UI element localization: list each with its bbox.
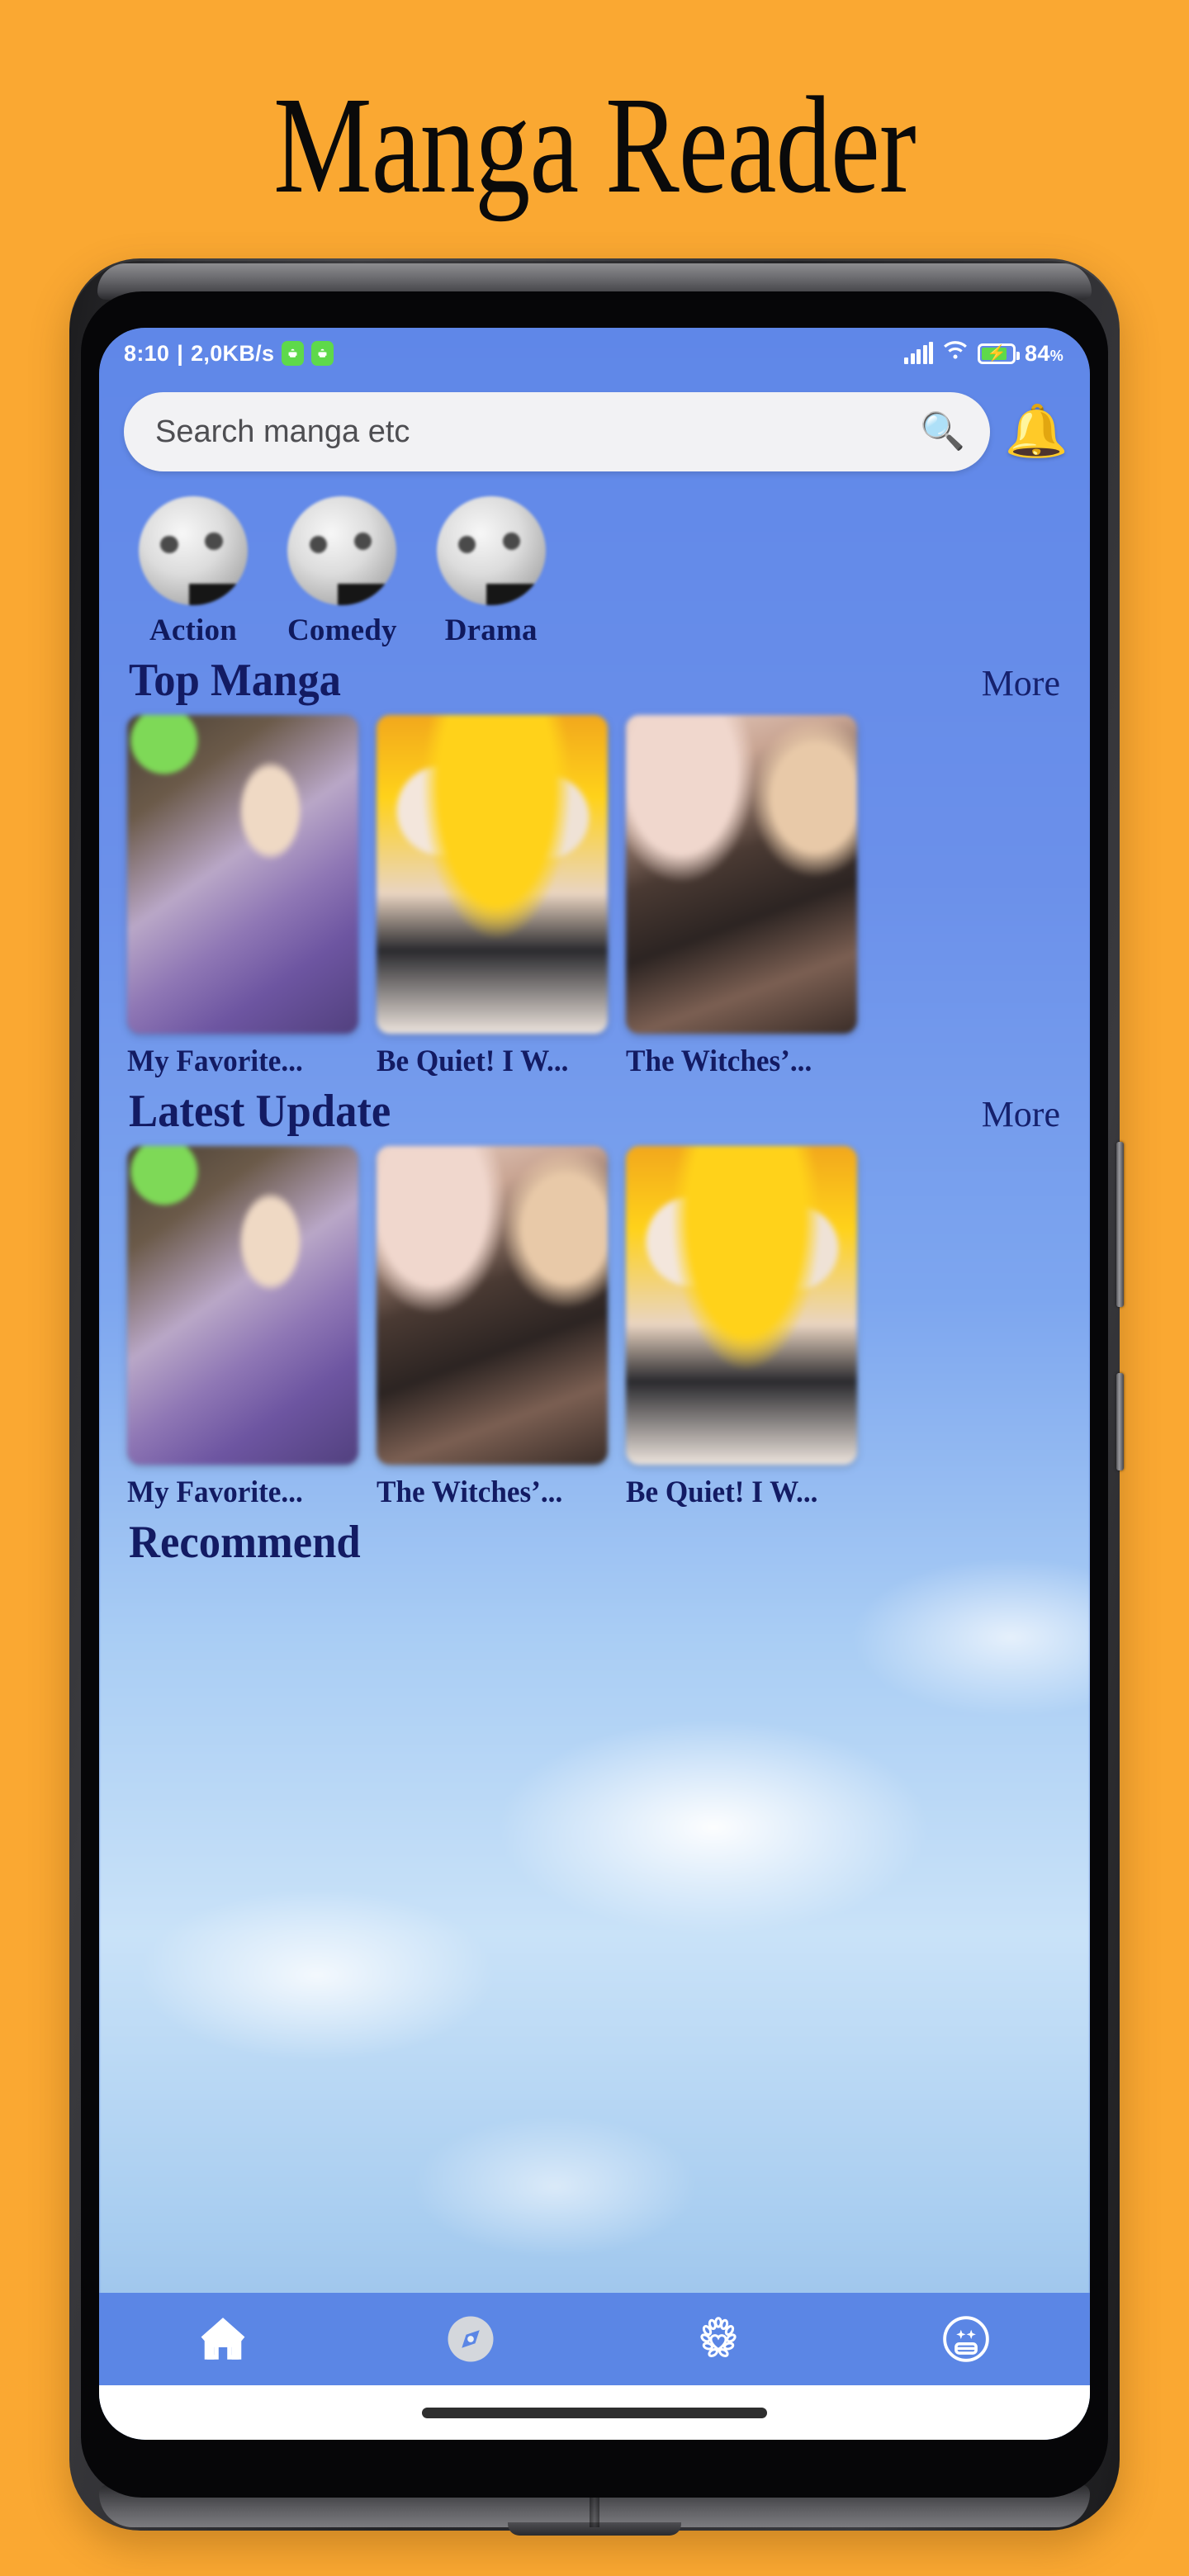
section-title: Recommend — [129, 1516, 361, 1568]
category-list: Action Comedy Drama — [99, 483, 1090, 648]
manga-cover-image — [377, 714, 608, 1034]
status-bar: 8:10 | 2,0KB/s ⚡ 84% — [99, 328, 1090, 379]
manga-cover-image — [127, 714, 358, 1034]
battery-charging-icon: ⚡ — [978, 343, 1021, 364]
wifi-icon — [942, 338, 969, 370]
nav-item-profile[interactable] — [842, 2312, 1090, 2366]
category-item-comedy[interactable]: Comedy — [287, 496, 397, 648]
manga-title: Be Quiet! I W... — [626, 1475, 818, 1509]
category-avatar — [287, 496, 397, 605]
phone-screen: 8:10 | 2,0KB/s ⚡ 84% Search manga etc 🔍 … — [99, 328, 1090, 2440]
section-header-recommend: Recommend — [99, 1510, 1090, 1572]
manga-card[interactable]: My Favorite... — [127, 714, 358, 1079]
manga-card[interactable]: The Witches’... — [377, 1145, 608, 1510]
status-time: 8:10 — [124, 340, 170, 366]
profile-face-icon — [943, 2316, 989, 2362]
search-icon[interactable]: 🔍 — [920, 414, 965, 450]
favorites-icon — [700, 2317, 737, 2357]
home-icon — [201, 2318, 245, 2360]
manga-title: The Witches’... — [626, 1044, 812, 1078]
bottom-navigation-bar — [99, 2293, 1090, 2385]
nav-item-home[interactable] — [99, 2312, 347, 2366]
manga-card[interactable]: Be Quiet! I W... — [626, 1145, 857, 1510]
category-item-action[interactable]: Action — [139, 496, 248, 648]
category-avatar — [139, 496, 248, 605]
manga-title: My Favorite... — [127, 1044, 303, 1078]
search-placeholder: Search manga etc — [155, 414, 410, 449]
compass-icon — [448, 2316, 494, 2362]
category-label: Drama — [444, 613, 538, 647]
category-label: Comedy — [287, 613, 397, 647]
category-label: Action — [149, 613, 238, 647]
status-separator: | — [177, 340, 184, 366]
android-icon — [282, 341, 305, 366]
manga-card[interactable]: Be Quiet! I W... — [377, 714, 608, 1079]
manga-title: Be Quiet! I W... — [377, 1044, 569, 1078]
manga-card[interactable]: The Witches’... — [626, 714, 857, 1079]
power-button[interactable] — [1116, 1373, 1124, 1470]
manga-cover-image — [626, 714, 857, 1034]
manga-cover-image — [127, 1145, 358, 1465]
manga-title: The Witches’... — [377, 1475, 563, 1509]
phone-mockup: 8:10 | 2,0KB/s ⚡ 84% Search manga etc 🔍 … — [69, 258, 1124, 2531]
category-avatar — [436, 496, 546, 605]
manga-cover-image — [377, 1145, 608, 1465]
home-indicator[interactable] — [422, 2407, 767, 2418]
nav-item-explore[interactable] — [347, 2312, 594, 2366]
page-title: Manga Reader — [273, 69, 917, 222]
android-icon — [311, 341, 334, 366]
manga-cover-image — [626, 1145, 857, 1465]
search-row: Search manga etc 🔍 🔔 — [99, 379, 1090, 483]
section-header-latest-update: Latest Update More — [99, 1079, 1090, 1141]
section-more-link[interactable]: More — [982, 1093, 1060, 1135]
status-network-speed: 2,0KB/s — [191, 340, 275, 366]
section-title: Latest Update — [129, 1085, 391, 1137]
manga-title: My Favorite... — [127, 1475, 303, 1509]
section-title: Top Manga — [129, 655, 341, 706]
battery-percent: 84% — [1025, 340, 1063, 366]
section-header-top-manga: Top Manga More — [99, 648, 1090, 710]
volume-rocker-button[interactable] — [1116, 1142, 1124, 1307]
manga-row-top-manga: My Favorite... Be Quiet! I W... The Witc… — [99, 710, 1090, 1079]
search-input[interactable]: Search manga etc 🔍 — [124, 392, 990, 471]
manga-card[interactable]: My Favorite... — [127, 1145, 358, 1510]
manga-row-latest-update: My Favorite... The Witches’... Be Quiet!… — [99, 1141, 1090, 1510]
category-item-drama[interactable]: Drama — [436, 496, 546, 648]
section-more-link[interactable]: More — [982, 662, 1060, 704]
cellular-signal-icon — [904, 342, 934, 364]
nav-item-favorites[interactable] — [594, 2312, 842, 2366]
bell-icon[interactable]: 🔔 — [1005, 406, 1068, 457]
gesture-navigation-area — [99, 2385, 1090, 2440]
